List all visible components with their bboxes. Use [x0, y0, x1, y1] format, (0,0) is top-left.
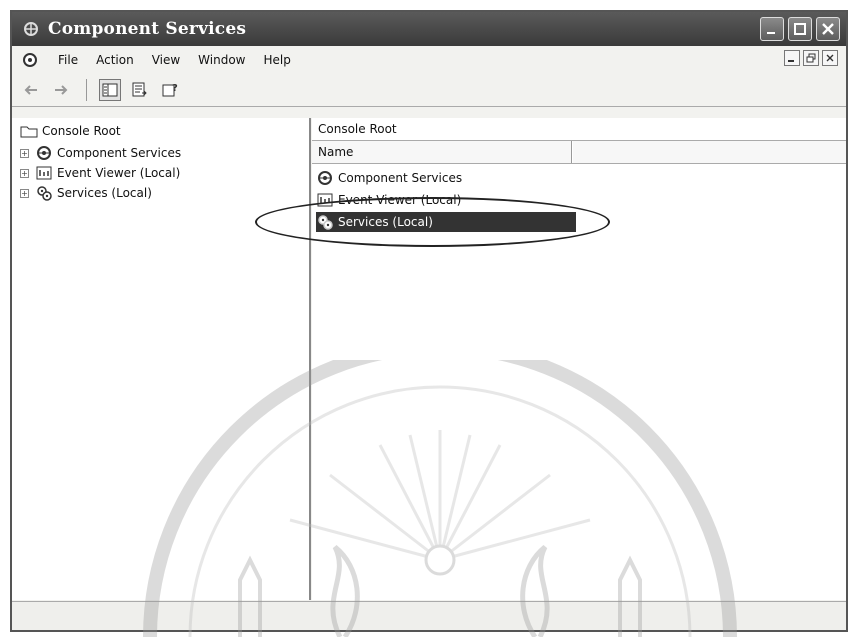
maximize-icon	[794, 23, 806, 35]
toolbar: ?	[12, 74, 846, 107]
event-viewer-icon	[35, 164, 53, 182]
close-icon	[822, 23, 834, 35]
services-icon	[35, 184, 53, 202]
restore-icon	[806, 53, 816, 63]
tree-item-component-services[interactable]: + Component Services	[20, 144, 181, 162]
child-restore-button[interactable]	[803, 50, 819, 66]
tree-item-label: Services (Local)	[57, 186, 152, 200]
menu-help[interactable]: Help	[264, 51, 291, 69]
tree-item-label: Component Services	[57, 146, 182, 160]
tree-item-label: Event Viewer (Local)	[57, 166, 181, 180]
console-tree-pane: Console Root + Component Services + Even…	[12, 118, 311, 600]
component-services-icon	[20, 18, 42, 40]
expand-icon[interactable]: +	[20, 188, 29, 198]
column-header-name[interactable]: Name	[312, 141, 572, 163]
app-menu-icon[interactable]	[20, 50, 40, 70]
expand-icon[interactable]: +	[20, 148, 29, 158]
folder-icon	[20, 122, 38, 140]
tree-root-label: Console Root	[42, 124, 121, 138]
expand-icon[interactable]: +	[20, 168, 29, 178]
forward-arrow-icon[interactable]	[50, 79, 72, 101]
column-header-empty[interactable]	[572, 141, 846, 163]
minimize-icon	[767, 32, 775, 34]
window-title: Component Services	[48, 19, 247, 39]
toolbar-separator	[86, 79, 87, 101]
title-buttons	[760, 17, 840, 41]
show-hide-tree-icon[interactable]	[99, 79, 121, 101]
maximize-button[interactable]	[788, 17, 812, 41]
details-pane: Console Root Name Component Services Eve…	[312, 118, 846, 600]
services-icon	[316, 213, 334, 231]
menu-view[interactable]: View	[152, 51, 180, 69]
tree-root[interactable]: Console Root	[20, 122, 121, 140]
menu-file[interactable]: File	[58, 51, 78, 69]
tree-item-services[interactable]: + Services (Local)	[20, 184, 152, 202]
list-item-label: Services (Local)	[338, 215, 433, 229]
child-window-buttons	[784, 50, 838, 66]
menu-window[interactable]: Window	[198, 51, 245, 69]
details-pane-title: Console Root	[318, 122, 397, 136]
panes: Console Root + Component Services + Even…	[12, 118, 846, 600]
list-item-event-viewer[interactable]: Event Viewer (Local)	[316, 190, 469, 210]
close-button[interactable]	[816, 17, 840, 41]
export-list-icon[interactable]	[129, 79, 151, 101]
list-item-component-services[interactable]: Component Services	[316, 168, 470, 188]
list-header: Name	[312, 140, 846, 164]
minimize-button[interactable]	[760, 17, 784, 41]
tree-item-event-viewer[interactable]: + Event Viewer (Local)	[20, 164, 180, 182]
status-bar	[12, 601, 846, 630]
list-item-label: Event Viewer (Local)	[338, 193, 462, 207]
title-bar[interactable]: Component Services	[12, 12, 846, 46]
minimize-icon	[788, 60, 794, 62]
close-icon	[826, 54, 834, 62]
menu-bar: File Action View Window Help	[12, 48, 846, 72]
child-minimize-button[interactable]	[784, 50, 800, 66]
column-header-label: Name	[318, 145, 354, 159]
list-item-services[interactable]: Services (Local)	[316, 212, 576, 232]
menu-action[interactable]: Action	[96, 51, 134, 69]
component-services-window: Component Services File Action View Wind…	[10, 10, 848, 632]
list-item-label: Component Services	[338, 171, 463, 185]
component-services-icon	[316, 169, 334, 187]
svg-text:?: ?	[172, 83, 178, 94]
child-close-button[interactable]	[822, 50, 838, 66]
component-services-icon	[35, 144, 53, 162]
event-viewer-icon	[316, 191, 334, 209]
help-icon[interactable]: ?	[159, 79, 181, 101]
back-arrow-icon[interactable]	[20, 79, 42, 101]
